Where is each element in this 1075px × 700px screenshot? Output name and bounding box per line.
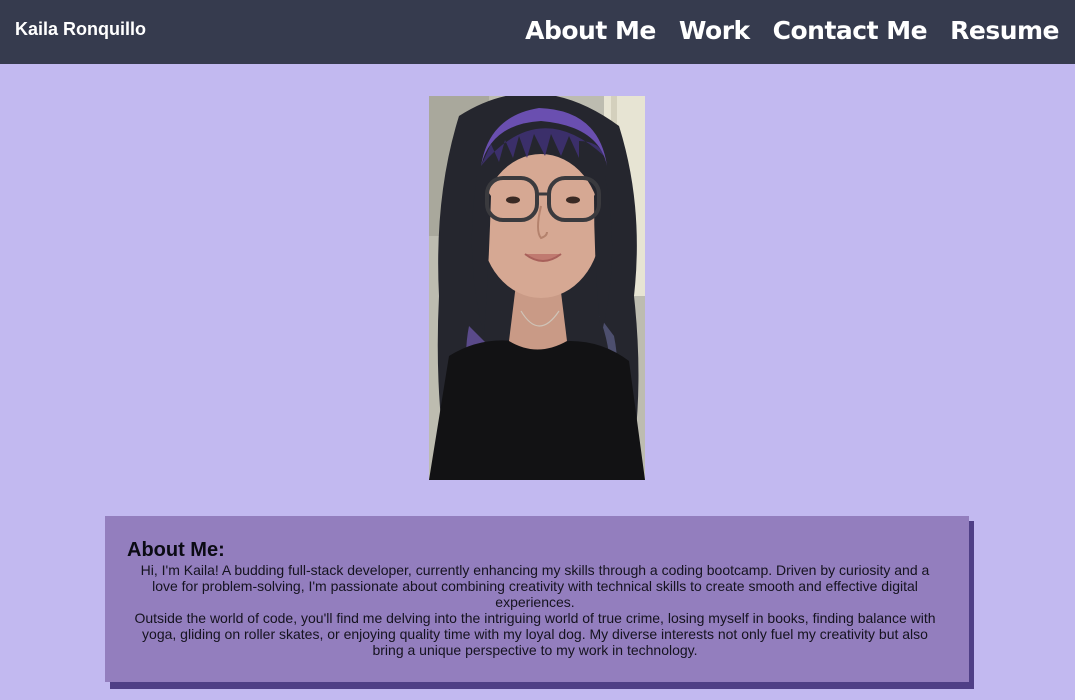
about-paragraph-intro: Hi, I'm Kaila! A budding full-stack deve… [140,562,930,610]
nav-link-resume[interactable]: Resume [950,13,1059,49]
site-brand[interactable]: Kaila Ronquillo [15,19,146,40]
site-header: Kaila Ronquillo About Me Work Contact Me… [0,0,1075,64]
about-card: About Me: Hi, I'm Kaila! A budding full-… [105,516,969,682]
about-paragraph-interests: Outside the world of code, you'll find m… [134,610,936,658]
main-nav: About Me Work Contact Me Resume [525,13,1059,49]
nav-link-contact-me[interactable]: Contact Me [773,13,928,49]
about-heading: About Me: [127,539,225,561]
profile-photo [429,96,645,480]
nav-link-about-me[interactable]: About Me [525,13,656,49]
nav-link-work[interactable]: Work [679,13,750,49]
